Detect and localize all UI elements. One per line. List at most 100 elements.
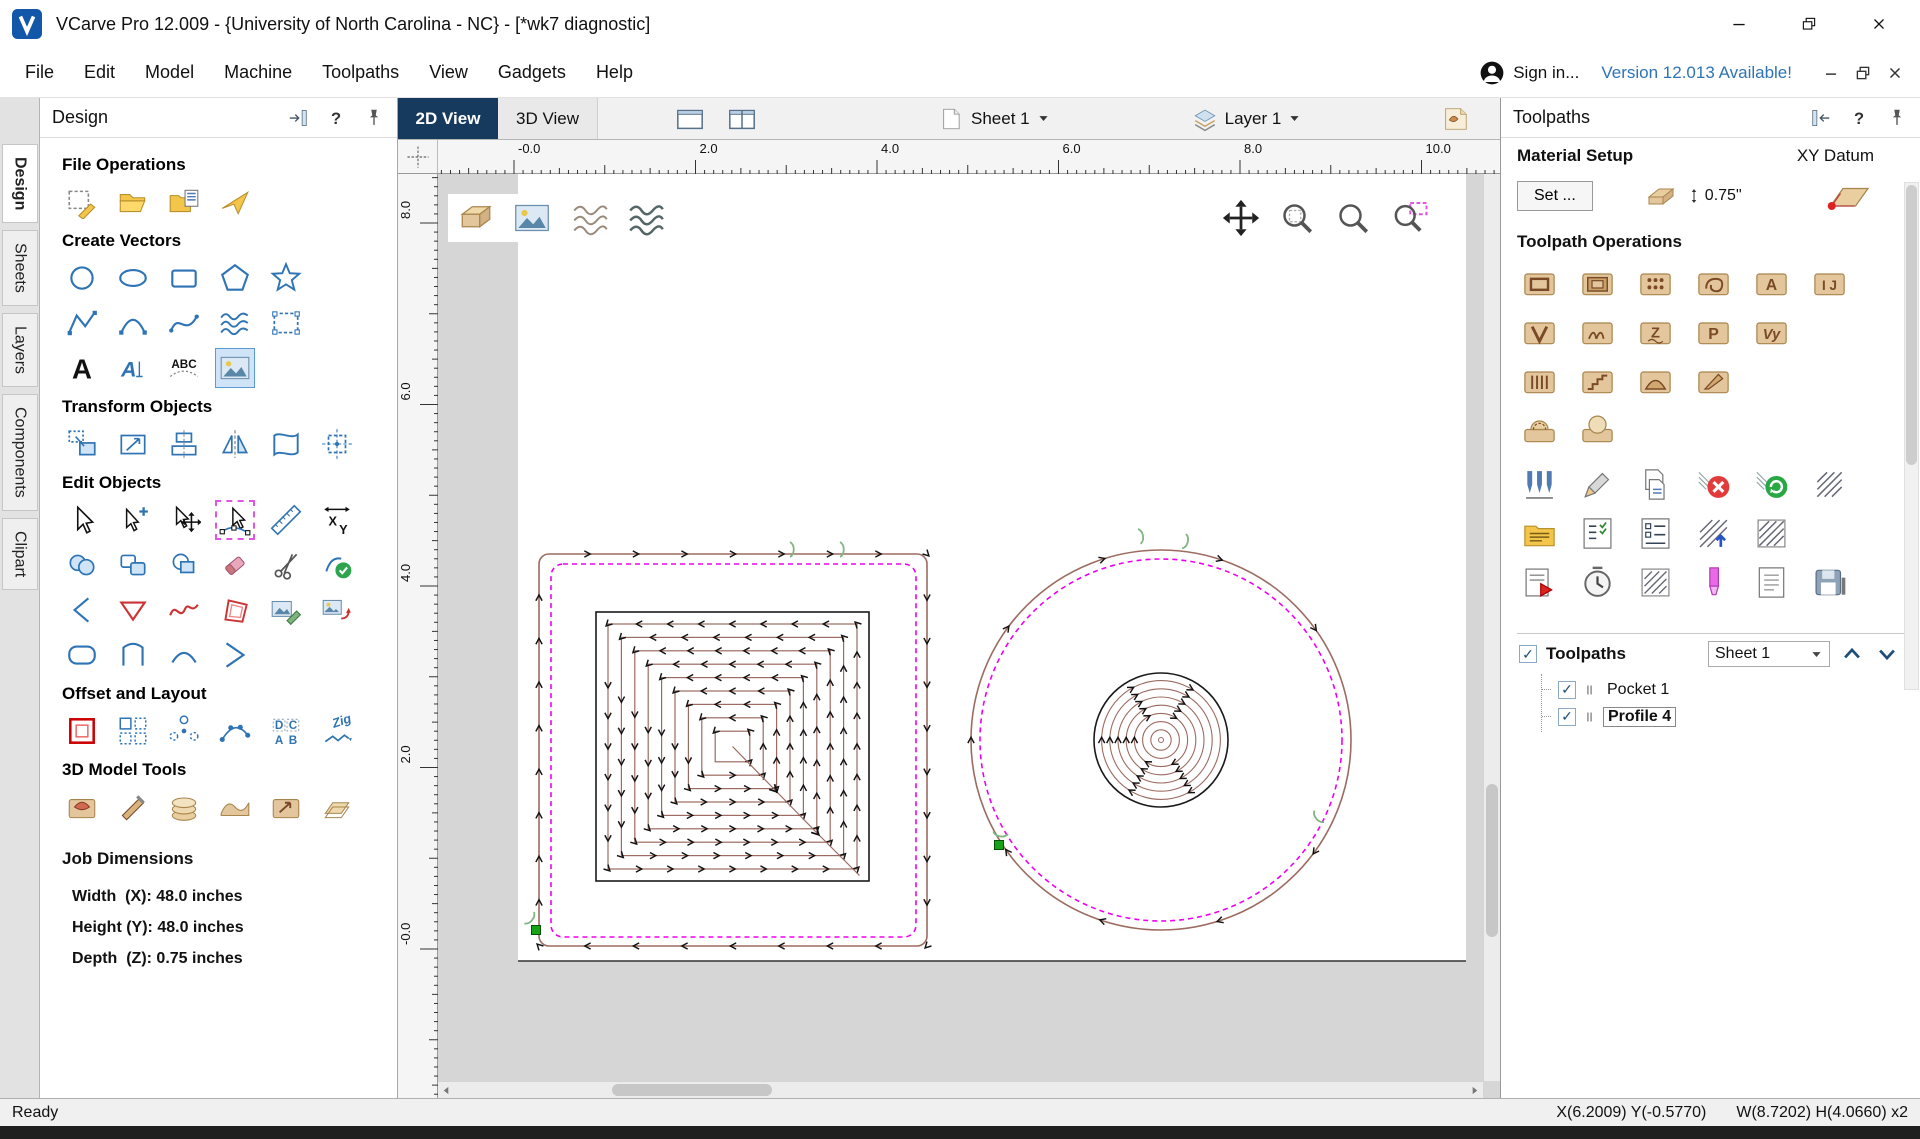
duplicate-toolpath-button[interactable]: [1633, 464, 1678, 505]
add-component-button[interactable]: [62, 787, 102, 827]
menu-machine[interactable]: Machine: [209, 56, 307, 89]
smooth-component-button[interactable]: [215, 787, 255, 827]
toolpaths-master-checkbox[interactable]: ✓: [1519, 645, 1537, 663]
single-pane-icon[interactable]: [670, 104, 710, 134]
mirror-objects-button[interactable]: [215, 424, 255, 464]
toolpath-summary-button[interactable]: [1633, 513, 1678, 554]
pan-view-button[interactable]: [1221, 198, 1261, 238]
material-set-button[interactable]: Set ...: [1517, 181, 1593, 211]
restore-icon[interactable]: [1798, 13, 1820, 35]
quick-engrave-button[interactable]: [1691, 262, 1736, 303]
draw-text-button[interactable]: A: [62, 348, 102, 388]
nest-parts-button[interactable]: DCAB: [266, 711, 306, 751]
move-toolpath-up-icon[interactable]: [1839, 643, 1865, 665]
component-plane-button[interactable]: [317, 787, 357, 827]
mini-minimize-icon[interactable]: [1822, 64, 1840, 82]
pin-icon[interactable]: [363, 107, 385, 129]
circular-copy-button[interactable]: [164, 711, 204, 751]
import-vectors-button[interactable]: [164, 182, 204, 222]
draw-arc-button[interactable]: [113, 303, 153, 343]
laser-cut-button[interactable]: [1691, 360, 1736, 401]
menu-file[interactable]: File: [10, 56, 69, 89]
arc-segment-button[interactable]: [164, 635, 204, 675]
toolpath-checkbox[interactable]: ✓: [1558, 681, 1576, 699]
show-material-button[interactable]: [456, 198, 496, 238]
panel-scrollbar[interactable]: [1904, 182, 1919, 690]
layer-selector[interactable]: Layer 1: [1192, 98, 1302, 139]
set-size-button[interactable]: [113, 424, 153, 464]
menu-edit[interactable]: Edit: [69, 56, 130, 89]
menu-gadgets[interactable]: Gadgets: [483, 56, 581, 89]
side-tab-components[interactable]: Components: [2, 394, 38, 511]
toolpath-list-item[interactable]: ✓Profile 4: [1542, 703, 1904, 730]
minimize-icon[interactable]: [1728, 13, 1750, 35]
recalculate-toolpaths-button[interactable]: [1749, 464, 1794, 505]
split-pane-icon[interactable]: [722, 104, 762, 134]
draw-freehand-button[interactable]: [215, 303, 255, 343]
quick-select-button[interactable]: [113, 500, 153, 540]
draw-ellipse-button[interactable]: [113, 258, 153, 298]
draw-curve-button[interactable]: [164, 303, 204, 343]
close-icon[interactable]: [1868, 13, 1890, 35]
vcarve-toolpath-button[interactable]: [1517, 311, 1562, 352]
toolpath-notes-button[interactable]: [1749, 562, 1794, 603]
preview-selected-button[interactable]: [1633, 562, 1678, 603]
toolpath-list-button[interactable]: [1575, 513, 1620, 554]
offset-vectors-button[interactable]: [62, 711, 102, 751]
pocket-toolpath-button[interactable]: [1575, 262, 1620, 303]
inlay-toolpath-button[interactable]: I J: [1807, 262, 1852, 303]
draw-text-block-button[interactable]: A: [113, 348, 153, 388]
dome-finish-button[interactable]: [1575, 409, 1620, 450]
rounded-rectangle-button[interactable]: [62, 635, 102, 675]
fluting-toolpath-button[interactable]: [1575, 311, 1620, 352]
move-selection-button[interactable]: [164, 500, 204, 540]
drawing-canvas[interactable]: [438, 174, 1500, 1098]
moulding-toolpath-button[interactable]: [1517, 360, 1562, 401]
sign-in-link[interactable]: Sign in...: [1513, 63, 1579, 83]
menu-toolpaths[interactable]: Toolpaths: [307, 56, 414, 89]
dome-rough-button[interactable]: [1517, 409, 1562, 450]
toggle-toolpath-drawing-button[interactable]: [568, 198, 608, 238]
move-toolpath-down-icon[interactable]: [1874, 643, 1900, 665]
help-icon[interactable]: ?: [325, 107, 347, 129]
version-update-link[interactable]: Version 12.013 Available!: [1601, 63, 1792, 83]
draw-polygon-button[interactable]: [215, 258, 255, 298]
distort-object-button[interactable]: [266, 424, 306, 464]
draw-circle-button[interactable]: [62, 258, 102, 298]
insert-bitmap-button[interactable]: [215, 348, 255, 388]
save-visible-toolpath-button[interactable]: [1517, 562, 1562, 603]
finish-3d-button[interactable]: [1633, 360, 1678, 401]
export-vectors-button[interactable]: [215, 182, 255, 222]
job-setup-button[interactable]: [62, 182, 102, 222]
ruler-origin-button[interactable]: [398, 140, 438, 173]
sheet-selector[interactable]: Sheet 1: [938, 98, 1050, 139]
menu-model[interactable]: Model: [130, 56, 209, 89]
stack-components-button[interactable]: [164, 787, 204, 827]
align-objects-button[interactable]: [164, 424, 204, 464]
open-vector-button[interactable]: [113, 635, 153, 675]
select-tool-button[interactable]: [62, 500, 102, 540]
vscroll-thumb[interactable]: [1486, 784, 1498, 937]
dock-panel-left-icon[interactable]: [1810, 107, 1832, 129]
edit-toolpath-button[interactable]: [1575, 464, 1620, 505]
vcarve-letters-button[interactable]: Vy: [1749, 311, 1794, 352]
pin-icon[interactable]: [1886, 107, 1908, 129]
toolpath-list-item[interactable]: ✓Pocket 1: [1542, 676, 1904, 703]
user-avatar-icon[interactable]: [1479, 60, 1505, 86]
mini-restore-icon[interactable]: [1854, 64, 1872, 82]
hscroll-thumb[interactable]: [612, 1084, 772, 1096]
prism-carve-button[interactable]: P: [1691, 311, 1736, 352]
rough-3d-button[interactable]: [1575, 360, 1620, 401]
zoom-box-button[interactable]: [1389, 198, 1429, 238]
move-objects-button[interactable]: [62, 424, 102, 464]
engrave-toolpath-button[interactable]: A: [1749, 262, 1794, 303]
text-on-curve-button[interactable]: ABC: [164, 348, 204, 388]
delete-toolpath-button[interactable]: [1691, 464, 1736, 505]
canvas-vertical-scrollbar[interactable]: [1483, 174, 1500, 1081]
extrude-component-button[interactable]: [266, 787, 306, 827]
weld-vectors-button[interactable]: [62, 545, 102, 585]
preview-hatch-button[interactable]: [1807, 464, 1852, 505]
nesting-layout-button[interactable]: Zig: [317, 711, 357, 751]
node-edit-button[interactable]: [215, 500, 255, 540]
open-file-button[interactable]: [113, 182, 153, 222]
